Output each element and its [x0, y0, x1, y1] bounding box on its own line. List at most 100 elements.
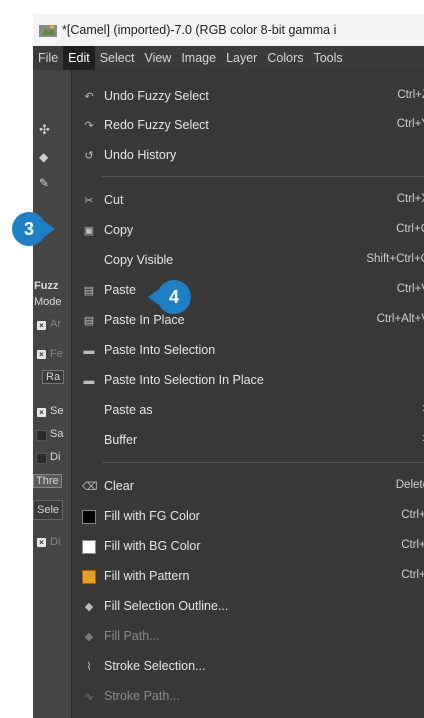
fg-swatch-icon	[82, 510, 96, 524]
menu-item-stroke-path[interactable]: ∿ Stroke Path...	[72, 682, 424, 711]
menu-item-label: Copy	[104, 223, 134, 237]
menu-item-fill-path[interactable]: ◆ Fill Path...	[72, 622, 424, 651]
menu-view[interactable]: View	[139, 46, 176, 70]
threshold-field[interactable]: Thre	[33, 474, 62, 488]
menu-item-label: Paste	[104, 283, 136, 297]
window-title: *[Camel] (imported)-7.0 (RGB color 8-bit…	[62, 23, 337, 37]
undo-icon: ↶	[84, 91, 94, 103]
menu-item-label: Undo History	[104, 148, 177, 162]
menu-colors[interactable]: Colors	[262, 46, 308, 70]
menu-item-redo[interactable]: ↷ Redo Fuzzy Select Ctrl+Y	[72, 111, 424, 140]
antialias-label: Ar	[50, 318, 61, 330]
feather-checkbox[interactable]: ×	[37, 350, 46, 359]
menu-item-paste-into-selection[interactable]: ▬ Paste Into Selection	[72, 336, 424, 365]
menu-item-label: Redo Fuzzy Select	[104, 118, 209, 132]
menu-item-fill-fg[interactable]: Fill with FG Color Ctrl+,	[72, 502, 424, 531]
menu-item-label: Paste Into Selection	[104, 343, 216, 357]
menu-item-label: Clear	[104, 479, 134, 493]
history-icon: ↺	[84, 150, 94, 162]
pattern-icon	[82, 570, 96, 584]
menu-item-label: Stroke Path...	[104, 689, 180, 703]
draw-mask-label: Di	[50, 536, 61, 548]
step-3-callout: 3	[12, 212, 55, 246]
sample-merged-checkbox[interactable]	[36, 430, 47, 441]
menu-item-label: Copy Visible	[104, 253, 174, 267]
menu-item-paste-as[interactable]: Paste as >	[72, 396, 424, 425]
menu-item-label: Fill with BG Color	[104, 539, 201, 553]
draw-mask-checkbox[interactable]: ×	[37, 538, 46, 547]
select-transparent-checkbox[interactable]: ×	[37, 408, 46, 417]
menu-item-undo[interactable]: ↶ Undo Fuzzy Select Ctrl+Z	[72, 82, 424, 111]
menu-file[interactable]: File	[33, 46, 63, 70]
menu-item-copy[interactable]: ▣ Copy Ctrl+C	[72, 216, 424, 245]
antialias-checkbox[interactable]: ×	[37, 321, 46, 330]
menu-layer[interactable]: Layer	[221, 46, 262, 70]
menu-item-label: Fill with Pattern	[104, 569, 190, 583]
shortcut: Ctrl+Z	[397, 89, 424, 101]
menu-edit[interactable]: Edit	[63, 46, 95, 70]
menu-image[interactable]: Image	[176, 46, 221, 70]
menu-item-fill-pattern[interactable]: Fill with Pattern Ctrl+;	[72, 562, 424, 591]
shortcut: Ctrl+.	[401, 539, 424, 551]
scissors-icon: ✂	[84, 195, 94, 207]
pencil-tool-icon[interactable]: ✎	[39, 176, 49, 190]
gimp-window: *[Camel] (imported)-7.0 (RGB color 8-bit…	[33, 14, 424, 718]
menu-item-paste-into-selection-in-place[interactable]: ▬ Paste Into Selection In Place	[72, 366, 424, 395]
menu-item-label: Paste In Place	[104, 313, 185, 327]
shortcut: Ctrl+Alt+V	[376, 313, 424, 325]
shortcut: Ctrl+C	[396, 223, 424, 235]
menu-tools[interactable]: Tools	[308, 46, 347, 70]
menu-item-label: Fill with FG Color	[104, 509, 200, 523]
menu-bar: File Edit Select View Image Layer Colors…	[33, 46, 424, 70]
fill-tool-icon[interactable]: ◆	[39, 150, 48, 164]
shortcut: Shift+Ctrl+C	[366, 253, 424, 265]
paste-icon: ▤	[83, 285, 95, 297]
redo-icon: ↷	[84, 120, 94, 132]
title-bar: *[Camel] (imported)-7.0 (RGB color 8-bit…	[33, 14, 424, 46]
paste-in-place-icon: ▤	[83, 315, 95, 327]
select-by-dropdown[interactable]: Sele	[33, 500, 64, 520]
stroke-path-icon: ∿	[84, 691, 94, 703]
menu-item-cut[interactable]: ✂ Cut Ctrl+X	[72, 186, 424, 215]
menu-separator	[102, 176, 424, 177]
toolbox-panel: ✣ ◆ ✎ Fuzz Mode × Ar × Fe Ra × Se Sa Di …	[33, 70, 71, 718]
select-transparent-label: Se	[50, 405, 64, 417]
sample-merged-label: Sa	[50, 428, 64, 440]
menu-item-stroke-selection[interactable]: ⌇ Stroke Selection...	[72, 652, 424, 681]
radius-field[interactable]: Ra	[42, 370, 65, 384]
menu-separator	[102, 462, 424, 463]
paste-into-selection-icon: ▬	[83, 345, 95, 357]
edit-menu-dropdown: ↶ Undo Fuzzy Select Ctrl+Z ↷ Redo Fuzzy …	[71, 70, 424, 718]
menu-item-label: Paste as	[104, 403, 153, 417]
shortcut: Ctrl+;	[401, 569, 424, 581]
shortcut: Ctrl+Y	[396, 118, 424, 130]
diagonal-checkbox[interactable]	[36, 453, 47, 464]
bg-swatch-icon	[82, 540, 96, 554]
step-4-callout: 4	[148, 280, 191, 314]
shortcut: Ctrl+X	[396, 193, 424, 205]
menu-item-copy-visible[interactable]: Copy Visible Shift+Ctrl+C	[72, 246, 424, 275]
menu-item-fill-bg[interactable]: Fill with BG Color Ctrl+.	[72, 532, 424, 561]
menu-select[interactable]: Select	[95, 46, 140, 70]
mode-label: Mode	[34, 296, 62, 308]
clear-icon: ⌫	[82, 481, 98, 493]
menu-item-undo-history[interactable]: ↺ Undo History	[72, 141, 424, 170]
shortcut: Ctrl+V	[396, 283, 424, 295]
copy-icon: ▣	[83, 225, 95, 237]
fill-outline-icon: ◆	[84, 601, 94, 613]
menu-item-fill-selection-outline[interactable]: ◆ Fill Selection Outline...	[72, 592, 424, 621]
move-tool-icon[interactable]: ✣	[39, 122, 50, 138]
menu-item-label: Stroke Selection...	[104, 659, 206, 673]
menu-item-label: Paste Into Selection In Place	[104, 373, 264, 387]
menu-item-buffer[interactable]: Buffer >	[72, 426, 424, 455]
fill-path-icon: ◆	[84, 631, 94, 643]
stroke-selection-icon: ⌇	[86, 661, 92, 673]
menu-item-label: Fill Path...	[104, 629, 160, 643]
tool-options-title: Fuzz	[34, 280, 59, 292]
menu-item-clear[interactable]: ⌫ Clear Delete	[72, 472, 424, 501]
menu-item-paste-in-place[interactable]: ▤ Paste In Place Ctrl+Alt+V	[72, 306, 424, 335]
menu-item-label: Buffer	[104, 433, 138, 447]
shortcut: Ctrl+,	[401, 509, 424, 521]
menu-item-paste[interactable]: ▤ Paste Ctrl+V	[72, 276, 424, 305]
menu-item-label: Cut	[104, 193, 124, 207]
